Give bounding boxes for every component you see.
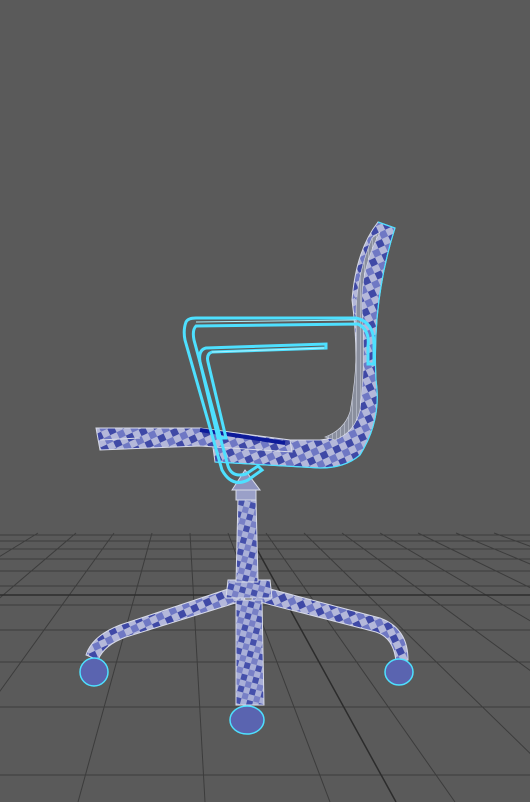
viewport-canvas[interactable] (0, 0, 530, 802)
chair-seat-front[interactable] (95, 427, 293, 453)
floor-grid-axis (0, 532, 530, 802)
3d-viewport[interactable] (0, 0, 530, 802)
floor-grid (0, 532, 530, 802)
chair-model[interactable] (79, 221, 414, 735)
